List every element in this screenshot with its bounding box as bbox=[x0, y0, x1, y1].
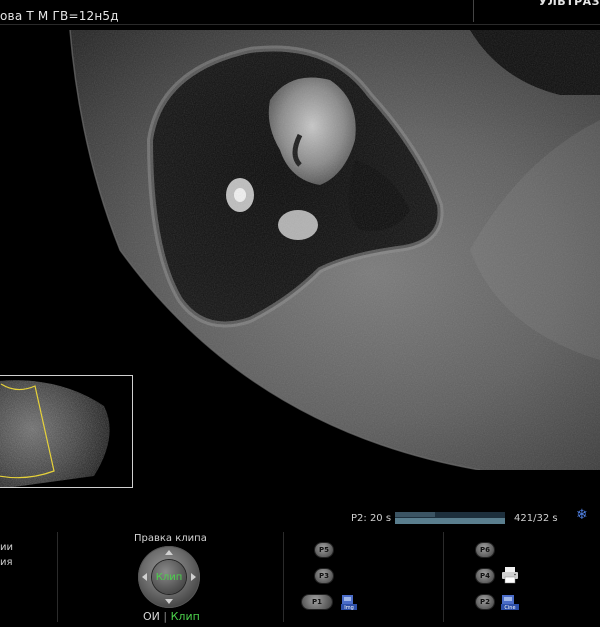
snowflake-icon[interactable]: ❄ bbox=[576, 507, 588, 523]
clip-progress-bar[interactable] bbox=[395, 512, 505, 524]
save-image-icon: Img bbox=[340, 593, 358, 611]
dial-down-arrow-icon[interactable] bbox=[165, 599, 173, 604]
mode-clip[interactable]: Клип bbox=[171, 610, 200, 623]
navigation-dial[interactable]: Клип bbox=[138, 546, 200, 608]
save-cine-label: Cine bbox=[504, 605, 515, 611]
mode-separator: | bbox=[163, 610, 168, 623]
control-panel: ии ия Правка клипа Клип ОИ | Клип P5 P3 … bbox=[0, 530, 600, 627]
header-separator bbox=[473, 0, 474, 22]
panel-divider bbox=[443, 532, 444, 622]
brand-title: УЛЬТРАЗ bbox=[538, 0, 600, 8]
preset-p1-button[interactable]: P1 bbox=[302, 595, 332, 609]
clip-timeline[interactable]: P2: 20 s 421/32 s ❄ bbox=[340, 507, 600, 529]
panel-divider bbox=[283, 532, 284, 622]
preset-p6-button[interactable]: P6 bbox=[476, 543, 494, 557]
preset-p4-button[interactable]: P4 bbox=[476, 569, 494, 583]
header-divider bbox=[0, 24, 600, 25]
clip-buffer-fill bbox=[395, 518, 505, 524]
header-bar: ова Т М ГВ=12н5д УЛЬТРАЗ bbox=[0, 0, 600, 30]
dial-up-arrow-icon[interactable] bbox=[165, 550, 173, 555]
clip-progress-fill bbox=[395, 512, 435, 517]
clip-length-label: P2: 20 s bbox=[351, 513, 392, 524]
patient-info: ова Т М ГВ=12н5д bbox=[0, 9, 119, 23]
left-menu-item-2[interactable]: ия bbox=[0, 557, 13, 568]
dial-left-arrow-icon[interactable] bbox=[142, 573, 147, 581]
clip-center-button[interactable]: Клип bbox=[152, 560, 186, 594]
clip-editor-title: Правка клипа bbox=[134, 533, 207, 544]
panel-divider bbox=[57, 532, 58, 622]
left-menu-item-1[interactable]: ии bbox=[0, 542, 13, 553]
mode-oi[interactable]: ОИ bbox=[143, 610, 160, 623]
mode-indicator[interactable]: ОИ | Клип bbox=[143, 610, 200, 623]
preset-p5-button[interactable]: P5 bbox=[315, 543, 333, 557]
preset-p3-button[interactable]: P3 bbox=[315, 569, 333, 583]
save-cine-icon: Cine bbox=[500, 593, 520, 611]
preset-p2-button[interactable]: P2 bbox=[476, 595, 494, 609]
dial-right-arrow-icon[interactable] bbox=[191, 573, 196, 581]
overview-thumbnail[interactable] bbox=[0, 375, 133, 488]
printer-icon bbox=[500, 566, 520, 584]
save-image-label: Img bbox=[344, 605, 354, 611]
thumbnail-image bbox=[0, 380, 110, 487]
frame-counter: 421/32 s bbox=[514, 513, 558, 524]
